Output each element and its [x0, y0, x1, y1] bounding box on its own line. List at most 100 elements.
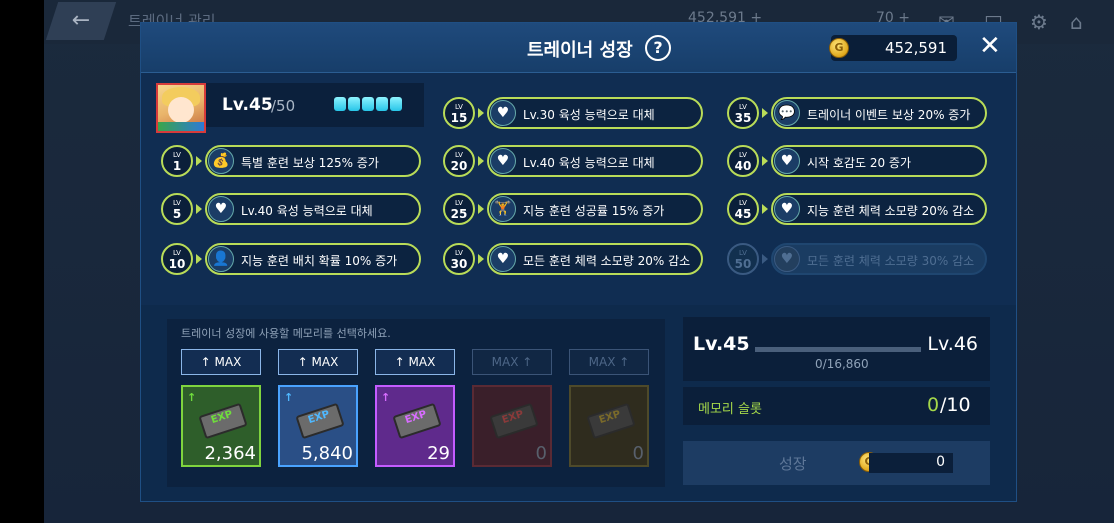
arrow-right-icon [196, 254, 202, 264]
memory-chip-icon: EXP [488, 402, 539, 440]
skill-pill: 💬 트레이너 이벤트 보상 20% 증가 [771, 97, 987, 129]
grow-button[interactable]: 성장 G 0 [683, 441, 990, 485]
skill-icon: 💬 [774, 100, 800, 126]
skill-text: 지능 훈련 체력 소모량 20% 감소 [807, 204, 975, 218]
arrow-right-icon [478, 156, 484, 166]
skill-pill: ♥ Lv.40 육성 능력으로 대체 [205, 193, 421, 225]
skill-text: Lv.40 육성 능력으로 대체 [523, 156, 655, 170]
skill-icon: ♥ [208, 196, 234, 222]
skill-pill: ♥ 모든 훈련 체력 소모량 30% 감소 [771, 243, 987, 275]
skill-level: 25 [450, 207, 468, 221]
up-arrow-icon: ↑ [381, 391, 391, 404]
gem-icon [334, 97, 346, 111]
gear-icon[interactable]: ⚙ [1030, 10, 1048, 34]
skill-level-badge: LV 10 [161, 243, 193, 275]
memory-slot-current: 0 [927, 394, 940, 416]
memory-hint: 트레이너 성장에 사용할 메모리를 선택하세요. [181, 327, 391, 340]
gold-value: 452,591 [884, 39, 947, 57]
skill-level: 10 [168, 257, 186, 271]
skill-level-badge: LV 15 [443, 97, 475, 129]
skill-level-badge: LV 1 [161, 145, 193, 177]
skill-text: 지능 훈련 성공률 15% 증가 [523, 204, 665, 218]
gem-icon [376, 97, 388, 111]
avatar [156, 83, 206, 133]
skill-pill: 🏋 지능 훈련 성공률 15% 증가 [487, 193, 703, 225]
gem-rank [334, 97, 402, 111]
skill-text: 특별 훈련 보상 125% 증가 [241, 156, 379, 170]
skill-text: 지능 훈련 배치 확률 10% 증가 [241, 254, 398, 268]
max-button[interactable]: MAX ↑ [569, 349, 649, 375]
chip-count: 5,840 [301, 443, 353, 464]
memory-chip-card[interactable]: ↑ EXP 2,364 [181, 385, 261, 467]
skill-text: 트레이너 이벤트 보상 20% 증가 [807, 108, 971, 122]
trainer-max-level: /50 [271, 97, 296, 115]
gem-icon [362, 97, 374, 111]
gold-display: G 452,591 [829, 35, 957, 61]
dialog-title: 트레이너 성장 [527, 40, 633, 61]
skill-icon: 🏋 [490, 196, 516, 222]
skill-level-badge: LV 20 [443, 145, 475, 177]
trainer-card: Lv.45 /50 [156, 83, 424, 133]
memory-chip-card[interactable]: ↑ EXP 29 [375, 385, 455, 467]
skill-item: LV 5 ♥ Lv.40 육성 능력으로 대체 [161, 193, 421, 225]
arrow-right-icon [762, 108, 768, 118]
back-arrow-icon: ← [71, 8, 91, 33]
memory-chip-card[interactable]: ↑ EXP 5,840 [278, 385, 358, 467]
chip-count: 2,364 [204, 443, 256, 464]
max-button[interactable]: MAX ↑ [472, 349, 552, 375]
arrow-right-icon [762, 254, 768, 264]
skill-level-badge: LV 40 [727, 145, 759, 177]
max-button[interactable]: ↑ MAX [181, 349, 261, 375]
up-arrow-icon: ↑ [284, 391, 294, 404]
max-button[interactable]: ↑ MAX [278, 349, 358, 375]
grow-cost: 0 [936, 454, 945, 470]
skill-level: 35 [734, 111, 752, 125]
help-icon[interactable]: ? [645, 35, 671, 61]
skill-pill: ♥ 모든 훈련 체력 소모량 20% 감소 [487, 243, 703, 275]
memory-chip-card[interactable]: EXP 0 [472, 385, 552, 467]
skill-item: LV 15 ♥ Lv.30 육성 능력으로 대체 [443, 97, 703, 129]
skill-text: Lv.40 육성 능력으로 대체 [241, 204, 373, 218]
skill-item: LV 10 👤 지능 훈련 배치 확률 10% 증가 [161, 243, 421, 275]
skill-level: 50 [734, 257, 752, 271]
skill-level-badge: LV 25 [443, 193, 475, 225]
skill-item: LV 35 💬 트레이너 이벤트 보상 20% 증가 [727, 97, 987, 129]
home-icon[interactable]: ⌂ [1070, 10, 1083, 34]
level-to: Lv.46 [927, 333, 978, 355]
skill-text: Lv.30 육성 능력으로 대체 [523, 108, 655, 122]
skill-icon: 💰 [208, 148, 234, 174]
skill-level-badge: LV 45 [727, 193, 759, 225]
arrow-right-icon [762, 204, 768, 214]
memory-chip-card[interactable]: EXP 0 [569, 385, 649, 467]
skill-text: 시작 호감도 20 증가 [807, 156, 911, 170]
avatar-tag [158, 122, 204, 131]
skill-icon: ♥ [490, 100, 516, 126]
skill-icon: 👤 [208, 246, 234, 272]
back-button[interactable]: ← [45, 2, 117, 40]
trainer-level: Lv.45 [222, 95, 273, 115]
skill-level: 15 [450, 111, 468, 125]
skill-pill: ♥ Lv.40 육성 능력으로 대체 [487, 145, 703, 177]
skill-level: 40 [734, 159, 752, 173]
arrow-right-icon [196, 156, 202, 166]
skill-text: 모든 훈련 체력 소모량 20% 감소 [523, 254, 691, 268]
chip-count: 0 [632, 443, 644, 464]
gem-icon [390, 97, 402, 111]
memory-slot-max: /10 [940, 394, 971, 416]
growth-rewards-panel: Lv.45 /50 LV 1 💰 특별 훈련 보상 125% 증가 LV 5 ♥ Lv.40 … [141, 73, 1016, 305]
skill-icon: ♥ [490, 148, 516, 174]
skill-icon: ♥ [774, 196, 800, 222]
arrow-right-icon [478, 254, 484, 264]
skill-icon: ♥ [774, 148, 800, 174]
level-from: Lv.45 [693, 333, 750, 355]
arrow-right-icon [478, 204, 484, 214]
max-button[interactable]: ↑ MAX [375, 349, 455, 375]
skill-level: 1 [172, 159, 182, 173]
skill-text: 모든 훈련 체력 소모량 30% 감소 [807, 254, 975, 268]
trainer-growth-dialog: 트레이너 성장 ? G 452,591 ✕ Lv.45 /50 LV 1 💰 특별 훈… [140, 22, 1017, 502]
memory-chip-icon: EXP [294, 402, 345, 440]
skill-item: LV 25 🏋 지능 훈련 성공률 15% 증가 [443, 193, 703, 225]
exp-bar [755, 347, 921, 352]
skill-level: 45 [734, 207, 752, 221]
close-icon[interactable]: ✕ [979, 33, 1001, 59]
